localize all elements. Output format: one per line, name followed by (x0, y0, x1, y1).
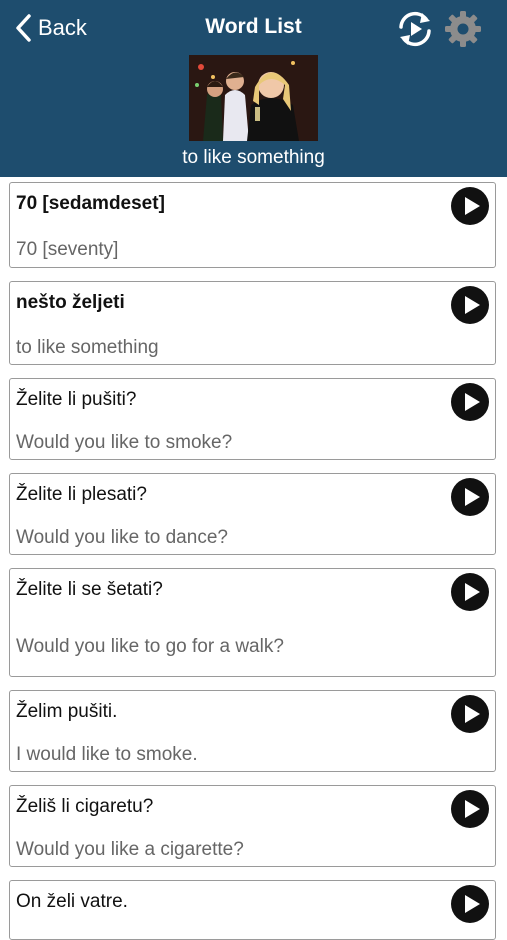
list-item[interactable]: Želim pušiti. I would like to smoke. (9, 690, 496, 772)
list-item[interactable]: On želi vatre. (9, 880, 496, 940)
play-icon[interactable] (451, 885, 489, 923)
phrase-source: nešto željeti (16, 292, 125, 313)
phrase-source: Želite li pušiti? (16, 389, 137, 410)
phrase-source: Želite li plesati? (16, 484, 147, 505)
top-navigation-bar: Back Word List (0, 0, 507, 55)
play-icon[interactable] (451, 790, 489, 828)
play-icon[interactable] (451, 187, 489, 225)
phrase-source: 70 [sedamdeset] (16, 193, 165, 214)
play-icon[interactable] (451, 695, 489, 733)
list-item[interactable]: Želite li pušiti? Would you like to smok… (9, 378, 496, 460)
phrase-translation: Would you like to smoke? (16, 432, 233, 453)
list-item[interactable]: Želite li se šetati? Would you like to g… (9, 568, 496, 677)
phrase-translation: Would you like to dance? (16, 527, 228, 548)
phrase-translation: 70 [seventy] (16, 239, 119, 260)
play-icon[interactable] (451, 478, 489, 516)
phrase-source: Želiš li cigaretu? (16, 796, 154, 817)
phrase-source: Želite li se šetati? (16, 579, 163, 600)
list-item[interactable]: Želiš li cigaretu? Would you like a ciga… (9, 785, 496, 867)
phrase-translation: I would like to smoke. (16, 744, 198, 765)
phrase-source: On želi vatre. (16, 891, 128, 912)
play-icon[interactable] (451, 286, 489, 324)
gear-icon[interactable] (443, 9, 483, 49)
phrase-translation: Would you like to go for a walk? (16, 636, 284, 657)
refresh-play-icon[interactable] (395, 10, 435, 48)
phrase-translation: Would you like a cigarette? (16, 839, 244, 860)
list-item[interactable]: nešto željeti to like something (9, 281, 496, 365)
list-item[interactable]: Želite li plesati? Would you like to dan… (9, 473, 496, 555)
lesson-photo (189, 55, 318, 141)
lesson-subtitle: to like something (182, 147, 325, 168)
phrase-translation: to like something (16, 337, 159, 358)
phrase-source: Želim pušiti. (16, 701, 118, 722)
lesson-header: to like something (0, 55, 507, 177)
list-item[interactable]: 70 [sedamdeset] 70 [seventy] (9, 182, 496, 268)
play-icon[interactable] (451, 573, 489, 611)
play-icon[interactable] (451, 383, 489, 421)
